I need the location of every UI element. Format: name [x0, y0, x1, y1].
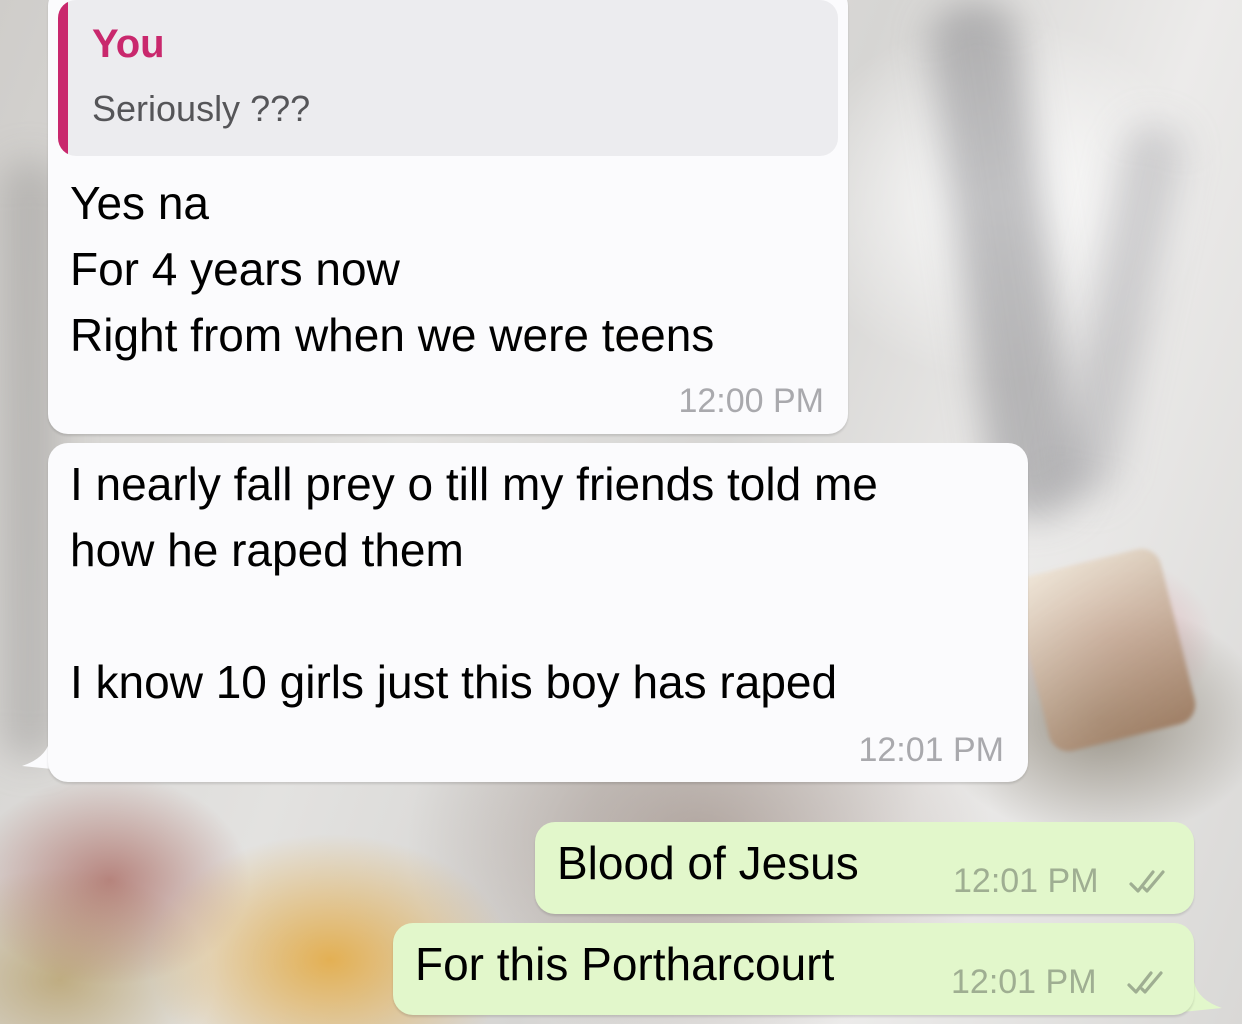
message-text: Blood of Jesus — [557, 837, 859, 889]
reply-text: Seriously ??? — [92, 88, 311, 129]
reply-quote[interactable]: You Seriously ??? — [58, 0, 838, 156]
message-bubble-outgoing[interactable]: For this Portharcourt 12:01 PM — [393, 923, 1194, 1015]
reply-accent-bar — [58, 0, 68, 156]
message-text: I nearly fall prey o till my friends tol… — [70, 458, 878, 708]
double-check-icon — [1129, 870, 1165, 893]
message-timestamp: 12:01 PM — [858, 731, 1004, 769]
reply-author: You — [92, 22, 165, 66]
message-text: For this Portharcourt — [415, 938, 835, 990]
message-bubble-incoming[interactable]: I nearly fall prey o till my friends tol… — [48, 443, 1028, 782]
wallpaper-object — [1010, 544, 1200, 756]
message-timestamp: 12:01 PM — [953, 862, 1099, 900]
message-timestamp: 12:00 PM — [678, 382, 824, 420]
message-text: Yes na For 4 years now Right from when w… — [70, 177, 715, 361]
message-bubble-incoming[interactable]: You Seriously ??? Yes na For 4 years now… — [48, 0, 848, 434]
message-bubble-outgoing[interactable]: Blood of Jesus 12:01 PM — [535, 822, 1194, 914]
wallpaper-shadow — [1051, 117, 1189, 503]
double-check-icon — [1127, 971, 1163, 994]
message-timestamp: 12:01 PM — [951, 963, 1097, 1001]
